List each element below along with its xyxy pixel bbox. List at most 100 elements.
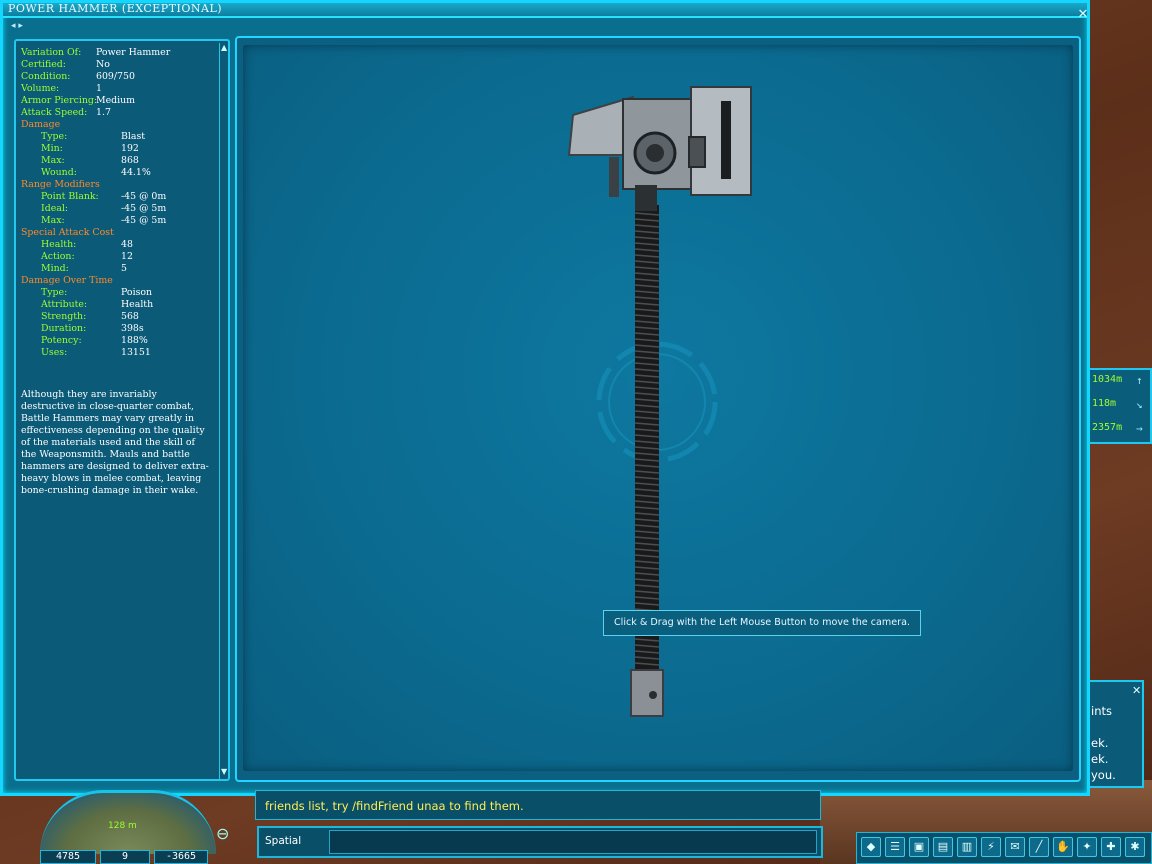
- water-drop-icon[interactable]: ◆: [861, 837, 881, 857]
- waypoint-item[interactable]: 2357m →: [1092, 422, 1143, 438]
- coord-z: -3665: [154, 850, 208, 864]
- stat-row: Variation Of: Power Hammer: [21, 47, 211, 59]
- stat-label: Attribute:: [41, 299, 88, 310]
- stat-row: Type: Blast: [21, 131, 211, 143]
- waypoint-distance: 2357m: [1092, 422, 1123, 433]
- stat-value: 568: [121, 311, 139, 322]
- power-hammer-model[interactable]: [243, 45, 1073, 771]
- stat-row: Max: -45 @ 5m: [21, 215, 211, 227]
- stat-label: Max:: [41, 215, 65, 226]
- stat-row: Mind: 5: [21, 263, 211, 275]
- stat-label: Certified:: [21, 59, 66, 70]
- stat-value: Medium: [96, 95, 136, 106]
- chat-side-line: ints: [1091, 704, 1112, 718]
- stat-section-special: Special Attack Cost: [21, 227, 114, 238]
- scroll-down-icon[interactable]: ▼: [221, 767, 227, 776]
- waypoint-arrow-icon: ↑: [1136, 374, 1143, 387]
- stat-value: 609/750: [96, 71, 135, 82]
- chat-side-line: ek.: [1091, 736, 1109, 750]
- gear-icon[interactable]: ✚: [1101, 837, 1121, 857]
- star-icon[interactable]: ✱: [1125, 837, 1145, 857]
- stat-label: Condition:: [21, 71, 71, 82]
- stat-row: Wound: 44.1%: [21, 167, 211, 179]
- scroll-up-icon[interactable]: ▲: [221, 43, 227, 52]
- waypoint-distance: 1034m: [1092, 374, 1123, 385]
- stat-value: 192: [121, 143, 139, 154]
- item-stats-list: Variation Of: Power Hammer Certified: No Con…: [21, 47, 211, 359]
- stat-label: Armor Piercing:: [21, 95, 98, 106]
- stat-value: -45 @ 0m: [121, 191, 167, 202]
- stat-value: -45 @ 5m: [121, 215, 167, 226]
- mail-icon[interactable]: ▤: [933, 837, 953, 857]
- stat-section-dot: Damage Over Time: [21, 275, 113, 286]
- close-icon[interactable]: ✕: [1076, 6, 1090, 24]
- stat-value: -45 @ 5m: [121, 203, 167, 214]
- chat-window-side[interactable]: ✕ ints ek. ek. you.: [1086, 680, 1144, 788]
- stat-value: 13151: [121, 347, 151, 358]
- stat-value: 44.1%: [121, 167, 151, 178]
- sword-icon[interactable]: ╱: [1029, 837, 1049, 857]
- datapad-icon[interactable]: ▥: [957, 837, 977, 857]
- stat-value: No: [96, 59, 110, 70]
- title-bar[interactable]: POWER HAMMER (EXCEPTIONAL): [3, 2, 1087, 18]
- stat-value: Health: [121, 299, 154, 310]
- chat-output[interactable]: friends list, try /findFriend unaa to fi…: [255, 790, 821, 820]
- stat-value: 1.7: [96, 107, 111, 118]
- waypoint-distance: 118m: [1092, 398, 1117, 409]
- stat-row: Type: Poison: [21, 287, 211, 299]
- viewer-canvas[interactable]: Click & Drag with the Left Mouse Button …: [243, 45, 1073, 771]
- nav-arrows-icon[interactable]: ◂ ▸: [11, 21, 23, 31]
- examine-window[interactable]: POWER HAMMER (EXCEPTIONAL) ✕ ◂ ▸ Variati…: [0, 0, 1090, 796]
- hand-icon[interactable]: ✋: [1053, 837, 1073, 857]
- list-icon[interactable]: ☰: [885, 837, 905, 857]
- radar-toggle-icon[interactable]: ⊖: [216, 824, 236, 844]
- stat-row: Condition: 609/750: [21, 71, 211, 83]
- envelope-icon[interactable]: ✉: [1005, 837, 1025, 857]
- stat-label: Volume:: [21, 83, 60, 94]
- stat-value: 48: [121, 239, 133, 250]
- chat-tab-spatial[interactable]: Spatial: [265, 835, 301, 847]
- item-description: Although they are invariably destructive…: [21, 389, 209, 496]
- stat-row: Certified: No: [21, 59, 211, 71]
- stat-label: Uses:: [41, 347, 68, 358]
- chat-message: friends list, try /findFriend unaa to fi…: [265, 799, 524, 813]
- main-toolbar[interactable]: ◆ ☰ ▣ ▤ ▥ ⚡ ✉ ╱ ✋ ✦ ✚ ✱: [856, 832, 1152, 864]
- stat-value: 12: [121, 251, 133, 262]
- item-info-panel[interactable]: Variation Of: Power Hammer Certified: No Con…: [14, 39, 230, 781]
- waypoint-item[interactable]: 1034m ↑: [1092, 374, 1143, 390]
- stat-label: Health:: [41, 239, 77, 250]
- stat-label: Duration:: [41, 323, 87, 334]
- stat-label: Type:: [41, 131, 68, 142]
- coord-x: 4785: [40, 850, 96, 864]
- stat-row: Action: 12: [21, 251, 211, 263]
- stat-section-range: Range Modifiers: [21, 179, 100, 190]
- stat-row: Point Blank: -45 @ 0m: [21, 191, 211, 203]
- coord-y: 9: [100, 850, 150, 864]
- stat-row: Ideal: -45 @ 5m: [21, 203, 211, 215]
- waypoint-arrow-icon: →: [1136, 422, 1143, 435]
- stat-label: Min:: [41, 143, 63, 154]
- chat-input-field[interactable]: [329, 830, 817, 854]
- skills-icon[interactable]: ⚡: [981, 837, 1001, 857]
- stat-value: Poison: [121, 287, 153, 298]
- chat-input-bar[interactable]: Spatial: [257, 826, 823, 858]
- inventory-icon[interactable]: ▣: [909, 837, 929, 857]
- waypoint-list[interactable]: 1034m ↑ 118m ↘ 2357m →: [1088, 368, 1152, 444]
- paw-icon[interactable]: ✦: [1077, 837, 1097, 857]
- chat-close-icon[interactable]: ✕: [1132, 684, 1141, 697]
- stat-label: Mind:: [41, 263, 69, 274]
- item-3d-viewer[interactable]: Click & Drag with the Left Mouse Button …: [235, 36, 1081, 782]
- radar-distance: 128 m: [108, 821, 137, 831]
- stat-label: Potency:: [41, 335, 82, 346]
- stat-row: Potency: 188%: [21, 335, 211, 347]
- stat-row: Health: 48: [21, 239, 211, 251]
- stat-label: Point Blank:: [41, 191, 99, 202]
- info-scrollbar[interactable]: [219, 43, 228, 779]
- waypoint-item[interactable]: 118m ↘: [1092, 398, 1143, 414]
- stat-label: Variation Of:: [21, 47, 82, 58]
- stat-row: Strength: 568: [21, 311, 211, 323]
- stat-value: 188%: [121, 335, 148, 346]
- stat-value: 1: [96, 83, 102, 94]
- stat-row: Volume: 1: [21, 83, 211, 95]
- stat-row: Duration: 398s: [21, 323, 211, 335]
